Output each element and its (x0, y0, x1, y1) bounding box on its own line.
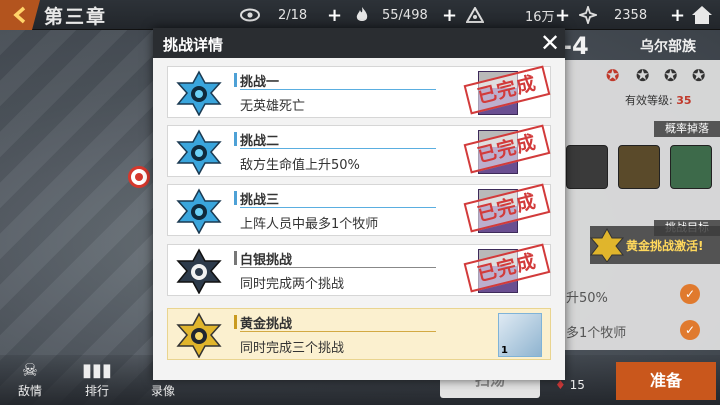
gold-star-emblem-icon (176, 312, 222, 358)
energy-counter: 55/498 (352, 0, 428, 30)
pyramid-icon (465, 5, 485, 25)
skull-icon: ✪ (606, 66, 620, 85)
coins-counter: 16万 (465, 0, 555, 30)
back-arrow-icon (13, 6, 26, 24)
ranking-button[interactable]: ▮▮▮ 排行 (72, 360, 122, 399)
challenge-title: 黄金挑战 (240, 317, 293, 332)
challenge-row: 挑战三 上阵人员中最多1个牧师 已完成 (167, 183, 551, 236)
skull-icon: ☠ (21, 360, 39, 381)
drop-section-label: 概率掉落 (654, 121, 720, 137)
diamonds-counter: 2358 (578, 0, 647, 30)
enemy-info-button[interactable]: ☠ 敌情 (5, 360, 55, 399)
silver-star-emblem-icon (176, 248, 222, 294)
eye-icon (240, 5, 260, 25)
skull-icon: ✪ (636, 66, 650, 85)
blue-star-emblem-icon (176, 129, 222, 175)
home-icon (692, 6, 712, 24)
ready-button[interactable]: 准备 (616, 362, 716, 400)
gold-star-icon (590, 228, 624, 262)
close-icon: ✕ (539, 29, 561, 57)
views-value: 2/18 (278, 7, 308, 23)
accent-bar (234, 73, 237, 87)
stamina-cost: ♦ 15 (555, 378, 585, 392)
challenge-desc: 无英雄死亡 (240, 99, 306, 114)
drop-item[interactable] (566, 145, 608, 189)
stage-number: -4 (562, 32, 589, 60)
gold-challenge-badge: 黄金挑战激活! (590, 226, 720, 264)
goal-text: 多1个牧师 (566, 326, 627, 341)
challenge-desc: 上阵人员中最多1个牧师 (240, 217, 379, 232)
challenge-desc: 同时完成三个挑战 (240, 341, 345, 356)
challenge-row: 黄金挑战 同时完成三个挑战 1 (167, 308, 551, 360)
chapter-title: 第三章 (44, 6, 108, 28)
reward-count: 1 (501, 345, 508, 356)
star-gem-icon (578, 5, 598, 25)
challenge-desc: 同时完成两个挑战 (240, 277, 345, 292)
goal-text: 升50% (566, 291, 608, 306)
accent-bar (234, 315, 237, 329)
accent-bar (234, 191, 237, 205)
top-bar: 第三章 2/18 + 55/498 + 16万 + 2358 + (0, 0, 720, 30)
add-diamonds-button[interactable]: + (670, 0, 685, 30)
energy-value: 55/498 (382, 7, 428, 23)
challenge-title: 挑战三 (240, 193, 280, 208)
drop-item[interactable] (618, 145, 660, 189)
stage-marker[interactable] (128, 166, 150, 188)
divider (240, 89, 436, 90)
challenge-row: 挑战一 无英雄死亡 已完成 (167, 65, 551, 118)
modal-title: 挑战详情 (163, 36, 224, 54)
check-icon: ✓ (680, 284, 700, 304)
blue-star-emblem-icon (176, 188, 222, 234)
modal-header: 挑战详情 (153, 28, 565, 58)
efficacy-level: 有效等级: 35 (625, 94, 692, 107)
add-views-button[interactable]: + (327, 0, 342, 30)
challenge-row: 白银挑战 同时完成两个挑战 已完成 (167, 243, 551, 296)
challenge-details-modal: 挑战详情 ✕ 挑战一 无英雄死亡 已完成 挑战二 敌方生命值上升50% 已完成 (153, 28, 565, 380)
divider (240, 207, 436, 208)
challenge-title: 白银挑战 (240, 253, 293, 268)
back-button[interactable] (0, 0, 40, 30)
close-button[interactable]: ✕ (537, 30, 563, 56)
gold-active-text: 黄金挑战激活! (626, 239, 704, 253)
add-coins-button[interactable]: + (555, 0, 570, 30)
check-icon: ✓ (680, 320, 700, 340)
divider (240, 148, 436, 149)
stage-name: 乌尔部族 (640, 39, 696, 55)
challenge-title: 挑战一 (240, 75, 280, 90)
skull-icon: ✪ (664, 66, 678, 85)
drop-item[interactable] (670, 145, 712, 189)
challenge-row: 挑战二 敌方生命值上升50% 已完成 (167, 124, 551, 177)
flame-icon (352, 5, 372, 25)
diamonds-value: 2358 (614, 7, 648, 23)
divider (240, 331, 436, 332)
challenge-title: 挑战二 (240, 134, 280, 149)
flame-icon: ♦ (555, 378, 566, 392)
blue-star-emblem-icon (176, 70, 222, 116)
home-button[interactable] (690, 3, 714, 27)
divider (240, 267, 436, 268)
skull-icon: ✪ (692, 66, 706, 85)
reward-cube-item[interactable]: 1 (498, 313, 542, 357)
challenge-desc: 敌方生命值上升50% (240, 158, 360, 173)
coins-value: 16万 (525, 9, 555, 25)
views-counter: 2/18 (240, 0, 307, 30)
accent-bar (234, 251, 237, 265)
bar-chart-icon: ▮▮▮ (82, 360, 112, 381)
accent-bar (234, 132, 237, 146)
add-energy-button[interactable]: + (442, 0, 457, 30)
